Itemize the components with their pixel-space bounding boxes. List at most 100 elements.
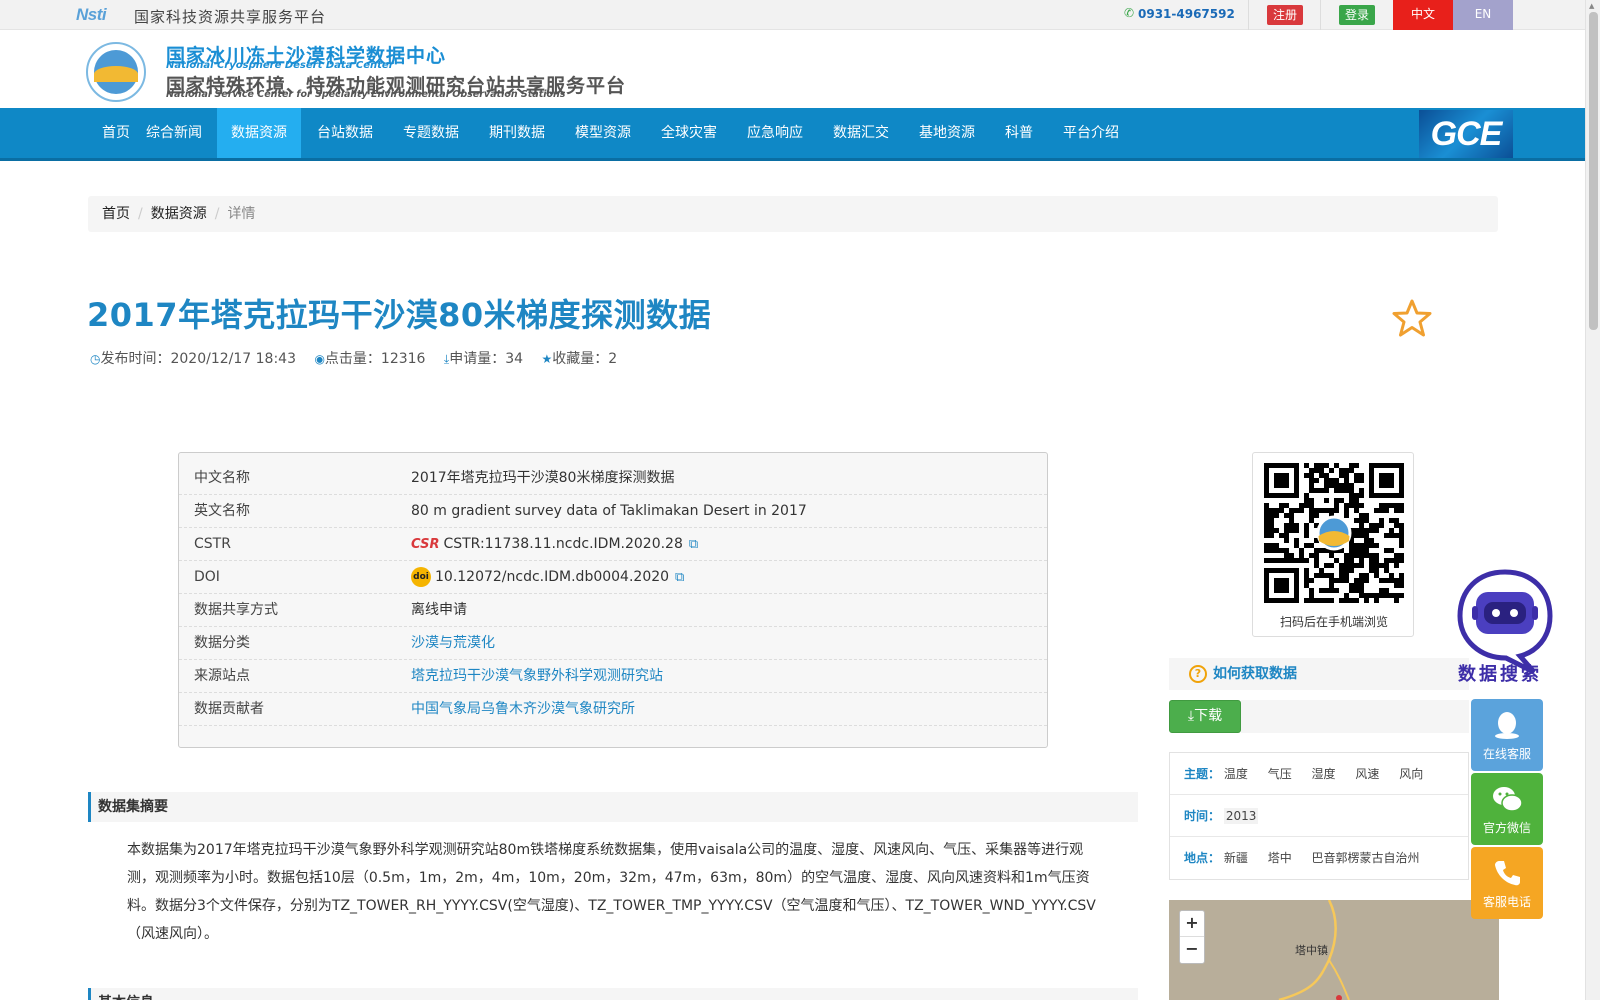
map-zoom-control: + −	[1179, 910, 1205, 964]
divider	[1248, 0, 1249, 30]
dataset-tags: 主题： 温度 气压 湿度 风速 风向 时间： 2013 地点： 新疆 塔中 巴音…	[1169, 752, 1469, 880]
hotline-label: 客服电话	[1482, 895, 1531, 909]
row-key: DOI	[194, 569, 220, 585]
how-to-get-data[interactable]: ? 如何获取数据	[1169, 658, 1469, 690]
download-strip	[1241, 700, 1469, 733]
nav-item-data-submission[interactable]: 数据汇交	[819, 108, 903, 158]
download-label: 下载	[1194, 708, 1223, 724]
nav-item-station-data[interactable]: 台站数据	[303, 108, 387, 158]
topic-tag[interactable]: 风速	[1355, 767, 1379, 781]
lang-cn-button[interactable]: 中文	[1393, 0, 1453, 30]
table-row: 数据分类 沙漠与荒漠化	[179, 627, 1047, 660]
breadcrumb-data-resources[interactable]: 数据资源	[151, 206, 207, 222]
favorite-count-value: 2	[608, 351, 618, 367]
zoom-out-button[interactable]: −	[1180, 937, 1204, 963]
site-header: 国家冰川冻土沙漠科学数据中心 National Cryosphere Deser…	[0, 30, 1585, 108]
place-tag[interactable]: 塔中	[1268, 851, 1292, 865]
table-row: 数据共享方式 离线申请	[179, 594, 1047, 627]
table-row: 数据贡献者 中国气象局乌鲁木齐沙漠气象研究所	[179, 693, 1047, 726]
qr-code-image	[1264, 463, 1404, 603]
contributor-link[interactable]: 中国气象局乌鲁木齐沙漠气象研究所	[411, 693, 635, 726]
table-row: CSTR CSR CSTR:11738.11.ncdc.IDM.2020.28 ⧉	[179, 528, 1047, 561]
time-row: 时间： 2013	[1170, 795, 1468, 837]
topic-tag[interactable]: 气压	[1268, 767, 1292, 781]
publish-time-value: 2020/12/17 18:43	[170, 351, 296, 367]
data-center-emblem[interactable]	[86, 42, 146, 102]
lang-en-button[interactable]: EN	[1453, 0, 1513, 30]
basic-info-section-title: 基本信息	[88, 988, 1138, 1000]
place-tag[interactable]: 巴音郭楞蒙古自治州	[1312, 851, 1420, 865]
external-link-icon[interactable]: ⧉	[689, 537, 698, 552]
doi-value[interactable]: doi 10.12072/ncdc.IDM.db0004.2020 ⧉	[411, 561, 684, 594]
breadcrumb-separator: /	[138, 206, 143, 222]
nsti-logo[interactable]: Nsti	[76, 5, 107, 25]
table-row: 英文名称 80 m gradient survey data of Taklim…	[179, 495, 1047, 528]
click-count-value: 12316	[380, 351, 426, 367]
nsti-logo-text: Nsti	[76, 5, 107, 24]
place-tag[interactable]: 新疆	[1224, 851, 1248, 865]
topic-tag[interactable]: 温度	[1224, 767, 1248, 781]
map-place-label: 塔中镇	[1295, 944, 1328, 957]
time-value: 2013	[1223, 808, 1259, 824]
login-button[interactable]: 登录	[1339, 5, 1375, 25]
cstr-text[interactable]: CSTR:11738.11.ncdc.IDM.2020.28	[443, 536, 682, 552]
table-row: 中文名称 2017年塔克拉玛干沙漠80米梯度探测数据	[179, 462, 1047, 495]
online-service-label: 在线客服	[1482, 747, 1531, 761]
external-link-icon[interactable]: ⧉	[675, 570, 684, 585]
favorite-count: ★收藏量：2	[542, 351, 618, 367]
zoom-in-button[interactable]: +	[1180, 911, 1204, 937]
row-key: 英文名称	[194, 503, 250, 519]
cstr-value[interactable]: CSR CSTR:11738.11.ncdc.IDM.2020.28 ⧉	[411, 528, 698, 561]
publish-time-label: 发布时间：	[100, 351, 171, 367]
page-title: 2017年塔克拉玛干沙漠80米梯度探测数据	[87, 296, 712, 334]
topic-tag[interactable]: 风向	[1399, 767, 1423, 781]
platform-name[interactable]: 国家科技资源共享服务平台	[134, 6, 326, 27]
topic-row: 主题： 温度 气压 湿度 风速 风向	[1170, 753, 1468, 795]
gce-logo[interactable]: GCE	[1419, 110, 1513, 158]
nav-item-science[interactable]: 科普	[991, 108, 1047, 158]
scroll-up-arrow-icon[interactable]: ▲	[1589, 2, 1594, 10]
page-scrollbar[interactable]: ▲	[1585, 0, 1600, 1000]
request-count-label: 申请量：	[449, 351, 506, 367]
publish-time: ◷发布时间：2020/12/17 18:43	[90, 351, 296, 367]
scroll-thumb[interactable]	[1589, 12, 1598, 330]
main-nav: 首页 综合新闻 数据资源 台站数据 专题数据 期刊数据 模型资源 全球灾害 应急…	[0, 108, 1585, 161]
nav-item-journal-data[interactable]: 期刊数据	[475, 108, 559, 158]
wechat-button[interactable]: 官方微信	[1471, 773, 1543, 845]
table-row: 来源站点 塔克拉玛干沙漠气象野外科学观测研究站	[179, 660, 1047, 693]
nav-item-emergency[interactable]: 应急响应	[733, 108, 817, 158]
category-link[interactable]: 沙漠与荒漠化	[411, 627, 495, 660]
doi-text[interactable]: 10.12072/ncdc.IDM.db0004.2020	[435, 569, 669, 585]
row-key: 数据贡献者	[194, 701, 264, 717]
source-station-link[interactable]: 塔克拉玛干沙漠气象野外科学观测研究站	[411, 660, 663, 693]
hotline-button[interactable]: 客服电话	[1471, 847, 1543, 919]
qq-icon	[1495, 712, 1519, 739]
phone-icon: ✆	[1124, 6, 1135, 20]
nav-item-base-resources[interactable]: 基地资源	[905, 108, 989, 158]
header-title-en: National Cryosphere Desert Data Center	[166, 60, 394, 71]
download-button[interactable]: ⤓下载	[1169, 700, 1241, 733]
nav-item-global-disasters[interactable]: 全球灾害	[647, 108, 731, 158]
location-map[interactable]: + − 塔中镇	[1169, 900, 1499, 1000]
nav-item-thematic-data[interactable]: 专题数据	[389, 108, 473, 158]
breadcrumb-separator: /	[214, 206, 220, 222]
phone-icon	[1495, 861, 1520, 886]
breadcrumb-home[interactable]: 首页	[102, 206, 130, 222]
topic-tag[interactable]: 湿度	[1312, 767, 1336, 781]
nav-item-model-resources[interactable]: 模型资源	[561, 108, 645, 158]
nav-item-news[interactable]: 综合新闻	[132, 108, 216, 158]
wechat-label: 官方微信	[1482, 821, 1531, 835]
star-icon: ★	[541, 352, 553, 366]
summary-text: 本数据集为2017年塔克拉玛干沙漠气象野外科学观测研究站80m铁塔梯度系统数据集…	[127, 842, 1096, 942]
click-count-label: 点击量：	[324, 351, 381, 367]
row-value: 离线申请	[411, 602, 467, 618]
nav-item-about[interactable]: 平台介绍	[1049, 108, 1133, 158]
robot-search-label[interactable]: 数据搜索	[1458, 660, 1542, 686]
nav-item-data-resources[interactable]: 数据资源	[217, 108, 301, 158]
divider	[1320, 0, 1321, 30]
favorite-star-icon[interactable]	[1392, 298, 1432, 338]
register-button[interactable]: 注册	[1267, 5, 1303, 25]
online-service-button[interactable]: 在线客服	[1471, 699, 1543, 771]
map-roads	[1278, 900, 1350, 1000]
how-to-get-data-label: 如何获取数据	[1213, 666, 1297, 682]
